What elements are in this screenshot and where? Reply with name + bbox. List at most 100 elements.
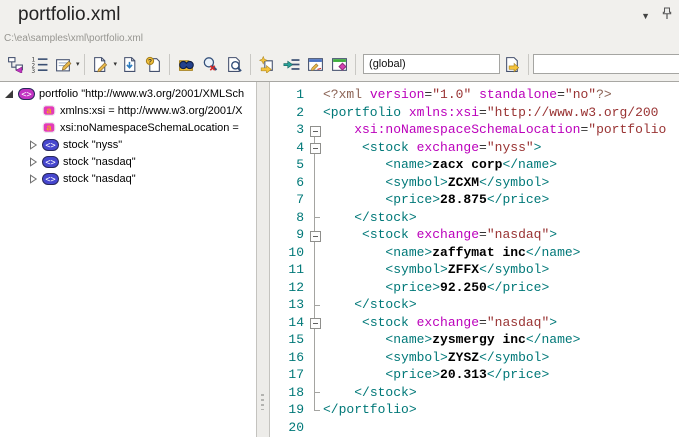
tree-item-label: stock "nasdaq"	[63, 156, 136, 168]
fold-margin	[306, 384, 323, 402]
code-line[interactable]: 20	[270, 419, 679, 437]
collapsed-arrow-icon[interactable]	[28, 174, 42, 184]
code-text: <stock exchange="nasdaq">	[323, 226, 557, 244]
titlebar-controls: ▼	[641, 7, 673, 25]
line-number: 7	[270, 191, 306, 209]
pin-icon[interactable]	[661, 7, 673, 25]
page-magnifier-icon	[226, 56, 243, 73]
code-text: <price>20.313</price>	[323, 366, 549, 384]
fold-collapse-icon[interactable]	[306, 226, 323, 244]
code-line[interactable]: 8 </stock>	[270, 209, 679, 227]
fold-margin	[306, 209, 323, 227]
line-number: 9	[270, 226, 306, 244]
find-button[interactable]	[174, 52, 198, 76]
dropdown-arrow-icon[interactable]: ▾	[76, 60, 80, 68]
code-text: <name>zacx corp</name>	[323, 156, 557, 174]
fold-collapse-icon[interactable]	[306, 314, 323, 332]
code-line[interactable]: 11 <symbol>ZFFX</symbol>	[270, 261, 679, 279]
panel-splitter[interactable]	[257, 82, 269, 437]
line-number: 12	[270, 279, 306, 297]
magnifier-x-icon	[202, 56, 219, 73]
edit-settings-button[interactable]	[51, 52, 75, 76]
code-line[interactable]: 19</portfolio>	[270, 401, 679, 419]
code-text: <stock exchange="nyss">	[323, 139, 541, 157]
code-line[interactable]: 7 <price>28.875</price>	[270, 191, 679, 209]
code-text: <price>28.875</price>	[323, 191, 549, 209]
code-line[interactable]: 16 <symbol>ZYSZ</symbol>	[270, 349, 679, 367]
tree-item-label: xsi:noNamespaceSchemaLocation =	[60, 122, 239, 134]
toolbar-separator	[169, 54, 170, 75]
code-line[interactable]: 4 <stock exchange="nyss">	[270, 139, 679, 157]
line-number: 5	[270, 156, 306, 174]
line-number: 20	[270, 419, 306, 437]
code-line[interactable]: 6 <symbol>ZCXM</symbol>	[270, 174, 679, 192]
grid-view-button[interactable]	[327, 52, 351, 76]
save-document-button[interactable]	[117, 52, 141, 76]
line-number: 16	[270, 349, 306, 367]
code-line[interactable]: 3 xsi:noNamespaceSchemaLocation="portfol…	[270, 121, 679, 139]
find-in-document-button[interactable]	[222, 52, 246, 76]
window-pencil-icon	[307, 56, 324, 73]
fold-margin	[306, 279, 323, 297]
svg-text:<>: <>	[21, 90, 31, 100]
code-line[interactable]: 15 <name>zysmergy inc</name>	[270, 331, 679, 349]
fold-collapse-icon[interactable]	[306, 139, 323, 157]
new-element-button[interactable]	[255, 52, 279, 76]
code-text: <name>zysmergy inc</name>	[323, 331, 580, 349]
document-info-button[interactable]: ?	[141, 52, 165, 76]
code-line[interactable]: 10 <name>zaffymat inc</name>	[270, 244, 679, 262]
code-line[interactable]: 2<portfolio xmlns:xsi="http://www.w3.org…	[270, 104, 679, 122]
edit-document-button[interactable]	[89, 52, 113, 76]
window-diamond-icon	[331, 56, 348, 73]
titlebar: portfolio.xml ▼ C:\ea\samples\xml\portfo…	[0, 0, 679, 47]
svg-text:3: 3	[31, 67, 35, 72]
fold-margin	[306, 261, 323, 279]
tree-item[interactable]: axsi:noNamespaceSchemaLocation =	[0, 119, 256, 136]
search-input[interactable]	[533, 54, 679, 74]
code-text: xsi:noNamespaceSchemaLocation="portfolio	[323, 121, 666, 139]
code-line[interactable]: 12 <price>92.250</price>	[270, 279, 679, 297]
view-structure-button[interactable]	[3, 52, 27, 76]
page-pencil-icon	[92, 56, 109, 73]
line-number: 4	[270, 139, 306, 157]
line-number: 18	[270, 384, 306, 402]
chevron-down-icon[interactable]: ▼	[641, 11, 650, 21]
element-blue-icon: <>	[42, 156, 59, 168]
code-text: </stock>	[323, 384, 417, 402]
code-line[interactable]: 9 <stock exchange="nasdaq">	[270, 226, 679, 244]
tree-item-label: xmlns:xsi = http://www.w3.org/2001/X	[60, 105, 243, 117]
apply-scope-button[interactable]	[500, 52, 524, 76]
tree-item-label: stock "nasdaq"	[63, 173, 136, 185]
edit-window-button[interactable]	[303, 52, 327, 76]
goto-line-button[interactable]	[279, 52, 303, 76]
line-number: 10	[270, 244, 306, 262]
fold-margin	[306, 331, 323, 349]
code-line[interactable]: 1<?xml version="1.0" standalone="no"?>	[270, 86, 679, 104]
fold-margin	[306, 296, 323, 314]
line-number: 6	[270, 174, 306, 192]
scope-combo-input[interactable]	[363, 54, 500, 74]
code-line[interactable]: 17 <price>20.313</price>	[270, 366, 679, 384]
tree-item[interactable]: <> stock "nasdaq"	[0, 153, 256, 170]
xml-tree-panel: <>portfolio "http://www.w3.org/2001/XMLS…	[0, 82, 257, 437]
code-line[interactable]: 13 </stock>	[270, 296, 679, 314]
tree-item[interactable]: <>stock "nasdaq"	[0, 170, 256, 187]
code-line[interactable]: 5 <name>zacx corp</name>	[270, 156, 679, 174]
find-replace-button[interactable]	[198, 52, 222, 76]
tree-item[interactable]: <>stock "nyss"	[0, 136, 256, 153]
expanded-arrow-icon[interactable]	[4, 89, 18, 99]
line-numbers-button[interactable]: 123	[27, 52, 51, 76]
splitter-grip-icon	[261, 394, 264, 410]
tree-item[interactable]: <>portfolio "http://www.w3.org/2001/XMLS…	[0, 85, 256, 102]
tree-item[interactable]: axmlns:xsi = http://www.w3.org/2001/X	[0, 102, 256, 119]
fold-margin	[306, 86, 323, 104]
fold-collapse-icon[interactable]	[306, 121, 323, 139]
collapsed-arrow-icon[interactable]	[28, 157, 42, 167]
fold-margin	[306, 174, 323, 192]
xml-text-editor[interactable]: 1<?xml version="1.0" standalone="no"?>2<…	[269, 82, 679, 437]
collapsed-arrow-icon[interactable]	[28, 140, 42, 150]
goto-line-icon	[283, 56, 300, 73]
code-text: <price>92.250</price>	[323, 279, 549, 297]
code-line[interactable]: 14 <stock exchange="nasdaq">	[270, 314, 679, 332]
code-line[interactable]: 18 </stock>	[270, 384, 679, 402]
